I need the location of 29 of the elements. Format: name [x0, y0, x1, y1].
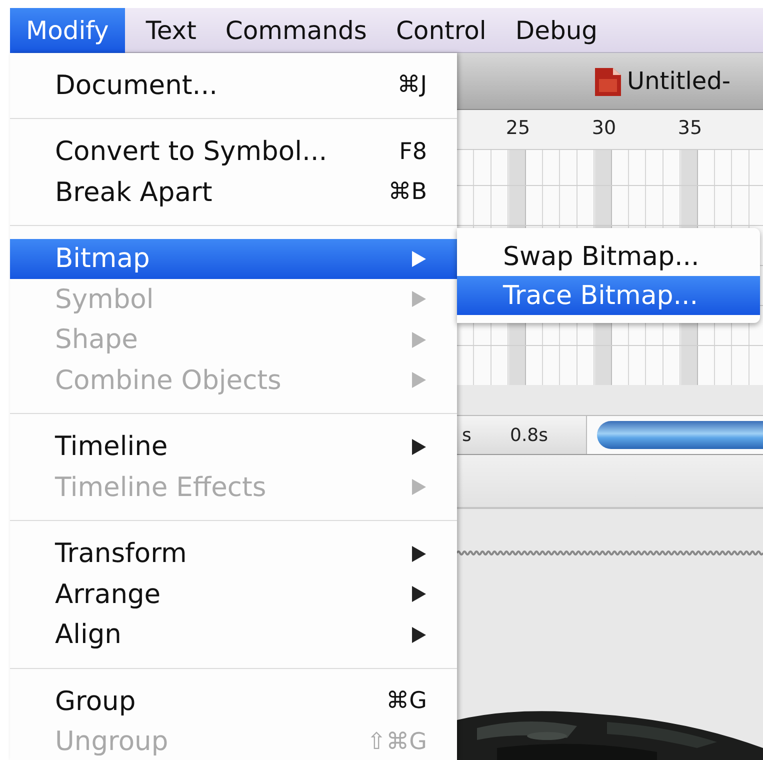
- menu-item[interactable]: Align: [10, 614, 457, 655]
- frame-number: 25: [504, 117, 532, 139]
- menu-item[interactable]: Group ⌘G: [10, 681, 457, 722]
- menu-bar-item[interactable]: Text: [130, 8, 210, 52]
- menu-item[interactable]: Bitmap: [10, 238, 457, 279]
- menu-item[interactable]: Convert to Symbol... F8: [10, 132, 457, 172]
- status-text: s: [461, 424, 472, 446]
- shortcut-label: ⌘B: [388, 179, 427, 206]
- submenu-item[interactable]: Swap Bitmap...: [457, 237, 760, 276]
- menu-bar-item[interactable]: Modify: [10, 8, 125, 52]
- shortcut-label: ⇧⌘G: [366, 728, 427, 755]
- menu-bar-item[interactable]: Control: [380, 8, 500, 52]
- frame-number: 35: [676, 117, 704, 139]
- menu-item[interactable]: Timeline: [10, 426, 457, 467]
- menu-item[interactable]: Transform: [10, 534, 457, 574]
- document-title[interactable]: Untitled-: [627, 67, 731, 95]
- submenu-item[interactable]: Trace Bitmap...: [457, 276, 760, 315]
- shortcut-label: ⌘G: [386, 688, 427, 714]
- shortcut-label: ⌘J: [397, 72, 427, 98]
- scroll-bar[interactable]: [586, 416, 763, 454]
- menu-bar-item[interactable]: Debug: [500, 8, 612, 52]
- menu-item[interactable]: Document... ⌘J: [10, 65, 457, 106]
- elapsed-time: 0.8s: [510, 424, 550, 446]
- shortcut-label: F8: [399, 138, 427, 165]
- menu-item[interactable]: Arrange: [10, 574, 457, 614]
- menu-bar-item[interactable]: Commands: [210, 8, 381, 52]
- frame-number: 30: [590, 117, 618, 139]
- document-icon: [593, 65, 623, 97]
- menu-item[interactable]: Break Apart ⌘B: [10, 172, 457, 212]
